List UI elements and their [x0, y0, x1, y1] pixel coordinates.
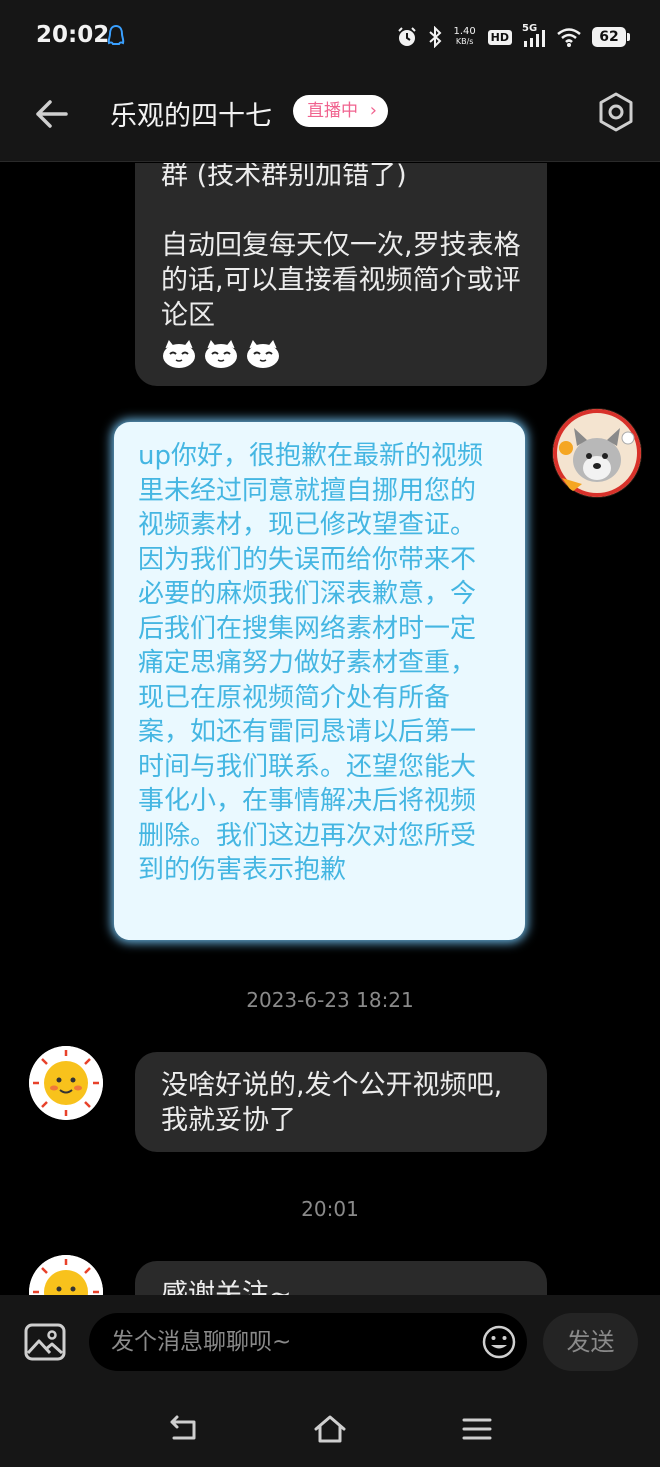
emoji-row — [161, 333, 521, 369]
avatar-contact[interactable] — [29, 1255, 103, 1295]
back-arrow-icon[interactable] — [32, 94, 72, 134]
back-nav-icon[interactable] — [166, 1412, 200, 1446]
emoji-picker-icon[interactable] — [481, 1324, 517, 1360]
message-timestamp: 20:01 — [301, 1197, 359, 1221]
wifi-icon — [557, 28, 581, 47]
message-input[interactable] — [89, 1313, 527, 1371]
chat-title[interactable]: 乐观的四十七 — [110, 94, 272, 133]
chat-message-list[interactable]: 群 (技术群别加错了) 自动回复每天仅一次,罗技表格的话,可以直接看视频简介或评… — [0, 163, 660, 1295]
status-icons: 1.40 KB/s HD 5G 62 — [396, 22, 630, 52]
message-text: 群 (技术群别加错了) — [161, 163, 407, 191]
menu-nav-icon[interactable] — [460, 1412, 494, 1446]
status-bar: 20:02 1.40 KB/s HD 5G 62 — [0, 0, 660, 72]
bluetooth-icon — [428, 26, 442, 48]
qq-notification-icon — [107, 24, 125, 45]
message-text: 感谢关注~ — [161, 1279, 292, 1295]
sun-avatar-image — [29, 1255, 103, 1295]
sun-avatar-image — [29, 1046, 103, 1120]
network-speed: 1.40 KB/s — [453, 26, 476, 47]
message-text: up你好，很抱歉在最新的视频里未经过同意就擅自挪用您的视频素材，现已修改望查证。… — [138, 441, 483, 885]
message-input-bar: 发送 — [0, 1295, 660, 1392]
message-text: 没啥好说的,发个公开视频吧,我就妥协了 — [161, 1070, 503, 1136]
message-bubble-outgoing[interactable]: up你好，很抱歉在最新的视频里未经过同意就擅自挪用您的视频素材，现已修改望查证。… — [114, 422, 525, 940]
husky-avatar-image — [553, 409, 641, 497]
status-time: 20:02 — [36, 22, 110, 48]
cat-face-emoji-icon — [205, 340, 237, 368]
send-button[interactable]: 发送 — [543, 1313, 638, 1371]
message-bubble-incoming[interactable]: 没啥好说的,发个公开视频吧,我就妥协了 — [135, 1052, 547, 1152]
chat-header: 乐观的四十七 直播中 › — [0, 72, 660, 162]
avatar-self[interactable] — [552, 408, 642, 498]
message-bubble-incoming[interactable]: 群 (技术群别加错了) 自动回复每天仅一次,罗技表格的话,可以直接看视频简介或评… — [135, 163, 547, 386]
live-badge-label: 直播中 — [307, 101, 358, 121]
chevron-right-icon: › — [369, 100, 377, 121]
image-picker-icon[interactable] — [24, 1323, 66, 1361]
avatar-contact[interactable] — [29, 1046, 103, 1120]
message-text: 自动回复每天仅一次,罗技表格的话,可以直接看视频简介或评论区 — [161, 230, 521, 331]
cat-face-emoji-icon — [247, 340, 279, 368]
system-navigation-bar — [0, 1392, 660, 1467]
message-timestamp: 2023-6-23 18:21 — [246, 988, 414, 1012]
alarm-icon — [397, 27, 416, 46]
cellular-signal-icon: 5G — [522, 23, 546, 49]
live-badge[interactable]: 直播中 › — [293, 95, 388, 127]
message-bubble-incoming[interactable]: 感谢关注~ — [135, 1261, 547, 1295]
home-nav-icon[interactable] — [313, 1412, 347, 1446]
settings-icon[interactable] — [594, 90, 638, 134]
hd-badge: HD — [487, 29, 512, 45]
battery-indicator: 62 — [592, 27, 630, 47]
cat-face-emoji-icon — [163, 340, 195, 368]
